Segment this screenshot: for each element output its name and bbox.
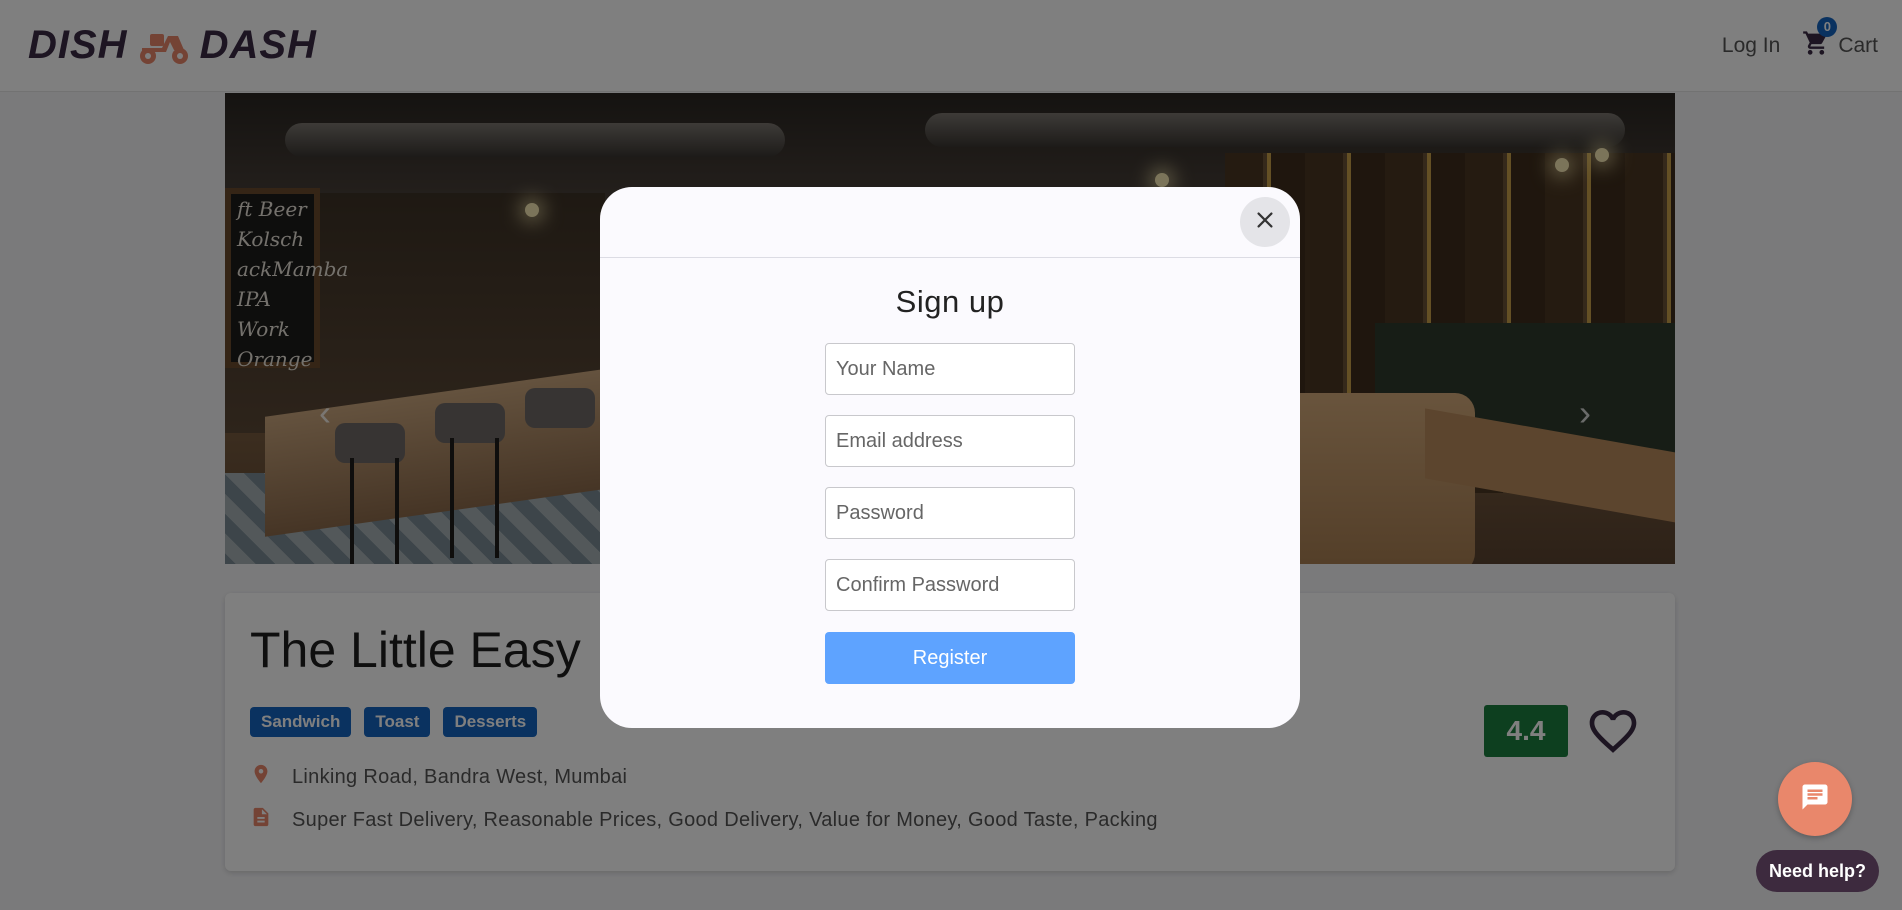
modal-header xyxy=(600,187,1300,258)
chat-icon xyxy=(1800,782,1830,817)
confirm-password-field[interactable] xyxy=(825,559,1075,611)
close-button[interactable] xyxy=(1240,197,1290,247)
signup-modal: Sign up Register xyxy=(600,187,1300,728)
modal-title: Sign up xyxy=(895,284,1005,319)
need-help-button[interactable]: Need help? xyxy=(1756,850,1880,892)
email-field[interactable] xyxy=(825,415,1075,467)
register-button[interactable]: Register xyxy=(825,632,1075,684)
close-icon xyxy=(1254,209,1276,236)
password-field[interactable] xyxy=(825,487,1075,539)
name-field[interactable] xyxy=(825,343,1075,395)
chat-button[interactable] xyxy=(1778,762,1852,836)
signup-form: Register xyxy=(600,343,1300,684)
